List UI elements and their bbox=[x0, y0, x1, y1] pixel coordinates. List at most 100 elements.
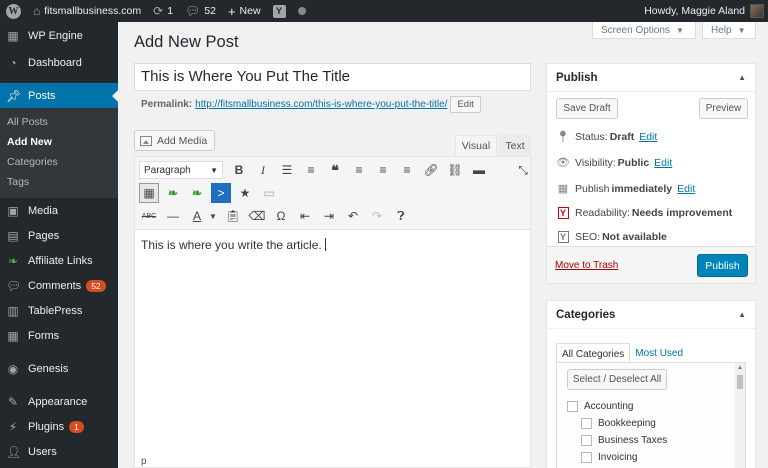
fullscreen-icon[interactable]: ⤡ bbox=[513, 160, 533, 180]
redo-icon[interactable]: ↷ bbox=[367, 206, 387, 226]
sidebar-item-users[interactable]: 👤︎ Users bbox=[0, 439, 118, 464]
numbered-list-icon[interactable]: ≡ bbox=[301, 160, 321, 180]
checkbox[interactable] bbox=[567, 401, 578, 412]
status-dot[interactable] bbox=[292, 0, 312, 22]
sidebar-item-plugins[interactable]: ⚡︎ Plugins 1 bbox=[0, 414, 118, 439]
link-icon[interactable]: 🔗︎ bbox=[421, 160, 441, 180]
tab-text[interactable]: Text bbox=[499, 135, 531, 156]
text-color-icon[interactable]: A bbox=[187, 206, 207, 226]
category-invoicing[interactable]: Invoicing bbox=[581, 452, 637, 463]
outdent-icon[interactable]: ⇤ bbox=[295, 206, 315, 226]
sidebar-item-genesis[interactable]: ◉ Genesis bbox=[0, 356, 118, 381]
preview-button[interactable]: Preview bbox=[699, 98, 748, 119]
publish-button[interactable]: Publish bbox=[697, 254, 748, 277]
site-name-link[interactable]: ⌂ fitsmallbusiness.com bbox=[27, 0, 147, 22]
clear-format-icon[interactable]: ⌫ bbox=[247, 206, 267, 226]
comments-link[interactable]: 💬︎ 52 bbox=[179, 0, 222, 22]
checkbox[interactable] bbox=[581, 418, 592, 429]
sidebar-item-label: Users bbox=[28, 445, 57, 458]
sidebar-item-posts[interactable]: 📌︎ Posts bbox=[0, 83, 118, 108]
paste-text-icon[interactable]: 📋︎ bbox=[223, 206, 243, 226]
seo-icon-wrap: Y bbox=[556, 231, 570, 243]
move-to-trash-link[interactable]: Move to Trash bbox=[555, 260, 618, 271]
submenu-tags[interactable]: Tags bbox=[0, 172, 118, 192]
shortcode-icon[interactable]: > bbox=[211, 183, 231, 203]
account-menu[interactable]: Howdy, Maggie Aland bbox=[644, 4, 768, 18]
blockquote-icon[interactable]: ❝ bbox=[325, 160, 345, 180]
wp-logo-menu[interactable]: W bbox=[0, 0, 27, 22]
new-content-link[interactable]: + New bbox=[222, 0, 267, 22]
read-more-icon[interactable]: ▬ bbox=[469, 160, 489, 180]
screen-options-label: Screen Options bbox=[601, 24, 670, 36]
posts-submenu: All Posts Add New Categories Tags bbox=[0, 108, 118, 198]
save-draft-button[interactable]: Save Draft bbox=[556, 98, 618, 119]
table-insert-icon[interactable]: ▭ bbox=[259, 183, 279, 203]
help-icon[interactable]: ❓︎ bbox=[391, 206, 411, 226]
toolbar-toggle-icon[interactable]: ▦ bbox=[139, 183, 159, 203]
strikethrough-icon[interactable]: ABC bbox=[139, 206, 159, 226]
text-cursor bbox=[324, 238, 326, 251]
collapse-icon[interactable]: ▲ bbox=[738, 310, 746, 319]
sidebar-item-media[interactable]: ▣ Media bbox=[0, 198, 118, 223]
help-button[interactable]: Help ▼ bbox=[702, 22, 756, 39]
status-edit-link[interactable]: Edit bbox=[639, 131, 657, 143]
collapse-icon[interactable]: ▲ bbox=[738, 73, 746, 82]
publish-box-header[interactable]: Publish ▲ bbox=[547, 64, 755, 92]
yoast-menu[interactable]: Y bbox=[267, 0, 292, 22]
format-select[interactable]: Paragraph ▼ bbox=[139, 161, 223, 179]
add-media-button[interactable]: Add Media bbox=[134, 130, 216, 151]
italic-icon[interactable]: I bbox=[253, 160, 273, 180]
align-right-icon[interactable]: ≡ bbox=[397, 160, 417, 180]
permalink-edit-button[interactable]: Edit bbox=[450, 96, 481, 113]
indent-icon[interactable]: ⇥ bbox=[319, 206, 339, 226]
align-left-icon[interactable]: ≡ bbox=[349, 160, 369, 180]
align-center-icon[interactable]: ≡ bbox=[373, 160, 393, 180]
star-icon[interactable]: ★ bbox=[235, 183, 255, 203]
submenu-all-posts[interactable]: All Posts bbox=[0, 112, 118, 132]
visibility-edit-link[interactable]: Edit bbox=[654, 157, 672, 169]
schedule-edit-link[interactable]: Edit bbox=[677, 183, 695, 195]
special-character-icon[interactable]: Ω bbox=[271, 206, 291, 226]
select-deselect-all-button[interactable]: Select / Deselect All bbox=[567, 369, 667, 390]
affiliate-link-icon[interactable]: ❧ bbox=[163, 183, 183, 203]
checkbox[interactable] bbox=[581, 452, 592, 463]
scroll-up-icon[interactable]: ▲ bbox=[737, 365, 743, 371]
horizontal-line-icon[interactable]: — bbox=[163, 206, 183, 226]
schedule-value: immediately bbox=[611, 182, 673, 195]
category-accounting[interactable]: Accounting bbox=[567, 401, 633, 412]
sidebar-item-forms[interactable]: ▦ Forms bbox=[0, 323, 118, 348]
updates-link[interactable]: ⟳ 1 bbox=[147, 0, 179, 22]
caret-down-icon[interactable]: ▼ bbox=[207, 206, 219, 226]
sidebar-item-appearance[interactable]: ✎ Appearance bbox=[0, 389, 118, 414]
sidebar-item-wp-engine[interactable]: ▦ WP Engine bbox=[0, 22, 118, 50]
sidebar-item-dashboard[interactable]: ◔ Dashboard bbox=[0, 50, 118, 75]
category-bookkeeping[interactable]: Bookkeeping bbox=[581, 418, 656, 429]
table-icon: ▥ bbox=[7, 303, 19, 318]
category-business-taxes[interactable]: Business Taxes bbox=[581, 435, 667, 446]
categories-box-header[interactable]: Categories ▲ bbox=[547, 301, 755, 329]
screen-options-button[interactable]: Screen Options ▼ bbox=[592, 22, 696, 39]
sidebar-item-tablepress[interactable]: ▥ TablePress bbox=[0, 298, 118, 323]
scroll-thumb[interactable] bbox=[737, 375, 743, 389]
sidebar-item-comments[interactable]: 💬︎ Comments 52 bbox=[0, 273, 118, 298]
comments-badge: 52 bbox=[86, 279, 106, 292]
submenu-add-new[interactable]: Add New bbox=[0, 132, 118, 152]
sidebar-item-label: Appearance bbox=[28, 395, 88, 408]
permalink-link[interactable]: http://fitsmallbusiness.com/this-is-wher… bbox=[195, 99, 447, 110]
bullet-list-icon[interactable]: ☰ bbox=[277, 160, 297, 180]
sidebar-item-label: Media bbox=[28, 204, 58, 217]
bold-icon[interactable]: B bbox=[229, 160, 249, 180]
affiliate-insert-icon[interactable]: ❧ bbox=[187, 183, 207, 203]
post-title-input[interactable]: This is Where You Put The Title bbox=[134, 63, 531, 91]
sidebar-item-affiliate-links[interactable]: ❧ Affiliate Links bbox=[0, 248, 118, 273]
readability-value: Needs improvement bbox=[631, 207, 733, 219]
editor-content[interactable]: This is where you write the article. bbox=[135, 230, 530, 260]
tab-visual[interactable]: Visual bbox=[455, 135, 497, 156]
undo-icon[interactable]: ↶ bbox=[343, 206, 363, 226]
sidebar-item-pages[interactable]: ▤ Pages bbox=[0, 223, 118, 248]
checkbox[interactable] bbox=[581, 435, 592, 446]
submenu-categories[interactable]: Categories bbox=[0, 152, 118, 172]
unlink-icon[interactable]: ⛓︎ bbox=[445, 160, 465, 180]
category-scrollbar[interactable]: ▲ bbox=[735, 363, 745, 468]
comment-icon: 💬︎ bbox=[6, 278, 22, 293]
